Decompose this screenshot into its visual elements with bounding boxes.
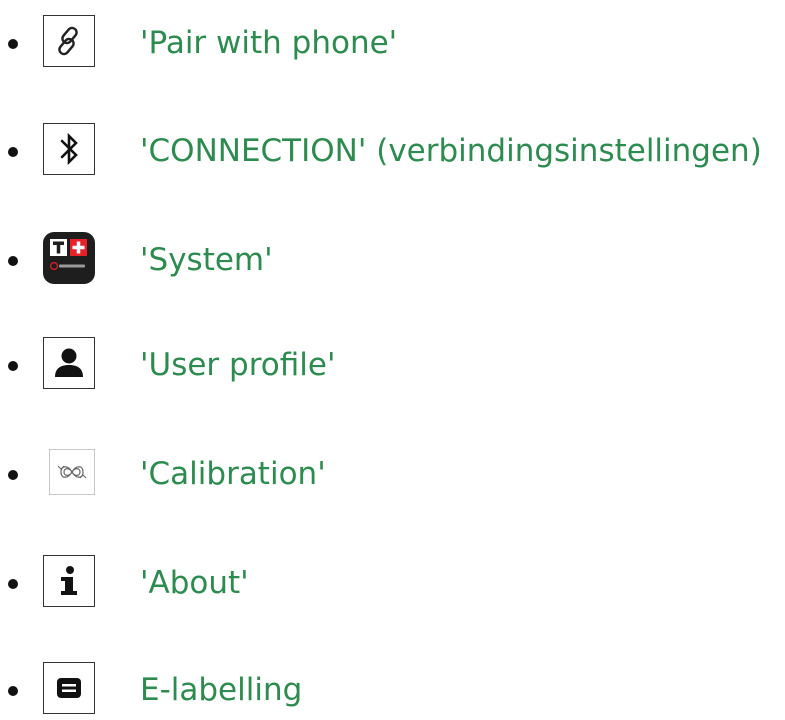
list-item-user-profile: 'User profile' xyxy=(0,337,785,393)
menu-label: 'About' xyxy=(140,565,249,601)
list-item-calibration: 'Calibration' xyxy=(0,446,785,502)
user-profile-icon xyxy=(43,337,95,389)
list-bullet xyxy=(8,361,18,371)
list-bullet xyxy=(8,39,18,49)
menu-label: 'System' xyxy=(140,242,273,278)
t-touch-app-icon xyxy=(43,232,95,284)
list-item-connection: 'CONNECTION' (verbindingsinstellingen) xyxy=(0,123,785,179)
list-item-about: 'About' xyxy=(0,555,785,611)
menu-label: E-labelling xyxy=(140,672,303,708)
list-bullet xyxy=(8,579,18,589)
menu-label: 'Calibration' xyxy=(140,456,326,492)
list-item-system: 'System' xyxy=(0,232,785,288)
list-bullet xyxy=(8,256,18,266)
link-icon xyxy=(43,15,95,67)
list-item-pair-with-phone: 'Pair with phone' xyxy=(0,15,785,71)
e-label-icon xyxy=(43,662,95,714)
menu-label: 'CONNECTION' (verbindingsinstellingen) xyxy=(140,133,762,169)
list-item-e-labelling: E-labelling xyxy=(0,662,785,718)
bluetooth-icon xyxy=(43,123,95,175)
menu-label: 'User profile' xyxy=(140,347,336,383)
list-bullet xyxy=(8,470,18,480)
list-bullet xyxy=(8,147,18,157)
info-icon xyxy=(43,555,95,607)
calibration-icon xyxy=(49,449,95,495)
list-bullet xyxy=(8,686,18,696)
menu-label: 'Pair with phone' xyxy=(140,25,398,61)
